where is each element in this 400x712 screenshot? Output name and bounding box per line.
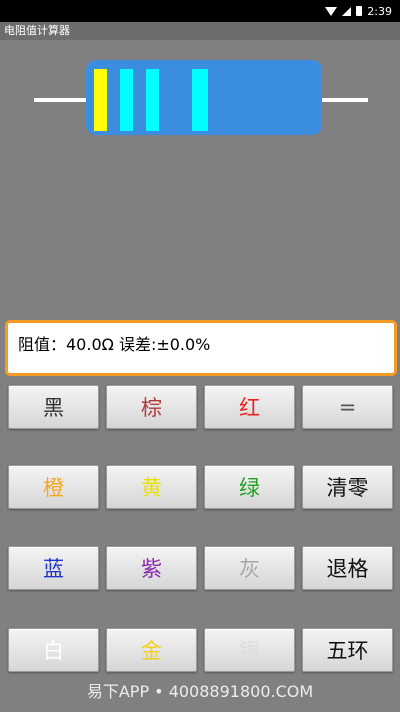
clear-button[interactable]: 清零 [302, 465, 393, 509]
resistor-lead-right [318, 98, 368, 102]
silver-button[interactable]: 银 [204, 628, 295, 672]
result-text: 阻值：40.0Ω 误差:±0.0% [18, 335, 211, 354]
orange-button[interactable]: 橙 [8, 465, 99, 509]
red-button[interactable]: 红 [204, 385, 295, 429]
resistor-body [86, 60, 322, 135]
backspace-button[interactable]: 退格 [302, 546, 393, 590]
resistor-band-3 [146, 69, 159, 131]
app-title: 电阻值计算器 [0, 22, 400, 40]
resistor-lead-left [34, 98, 94, 102]
result-display: 阻值：40.0Ω 误差:±0.0% [5, 320, 397, 376]
equals-button[interactable]: = [302, 385, 393, 429]
purple-button[interactable]: 紫 [106, 546, 197, 590]
white-button[interactable]: 白 [8, 628, 99, 672]
green-button[interactable]: 绿 [204, 465, 295, 509]
gray-button[interactable]: 灰 [204, 546, 295, 590]
blue-button[interactable]: 蓝 [8, 546, 99, 590]
wifi-icon [325, 6, 338, 16]
signal-icon [342, 6, 352, 16]
yellow-button[interactable]: 黄 [106, 465, 197, 509]
gold-button[interactable]: 金 [106, 628, 197, 672]
resistor-band-1 [94, 69, 107, 131]
battery-icon [356, 6, 363, 16]
brown-button[interactable]: 棕 [106, 385, 197, 429]
black-button[interactable]: 黑 [8, 385, 99, 429]
five-band-button[interactable]: 五环 [302, 628, 393, 672]
status-icons: 2:39 [325, 3, 392, 19]
watermark: 易下APP • 4008891800.COM [86, 682, 314, 701]
resistor-band-4 [192, 69, 208, 131]
status-bar: 2:39 [0, 0, 400, 22]
status-time: 2:39 [367, 4, 392, 18]
resistor-illustration [30, 55, 370, 145]
resistor-band-2 [120, 69, 133, 131]
